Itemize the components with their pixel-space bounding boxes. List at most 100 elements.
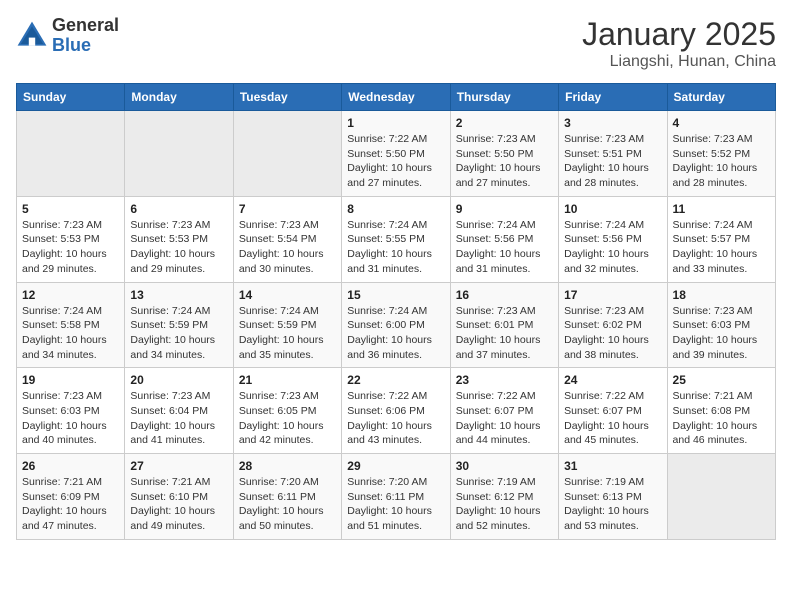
day-number: 26 <box>22 459 119 473</box>
calendar-cell: 4Sunrise: 7:23 AM Sunset: 5:52 PM Daylig… <box>667 111 775 197</box>
day-detail: Sunrise: 7:24 AM Sunset: 5:55 PM Dayligh… <box>347 218 444 277</box>
day-number: 27 <box>130 459 227 473</box>
day-number: 17 <box>564 288 661 302</box>
logo-blue: Blue <box>52 35 91 55</box>
day-number: 24 <box>564 373 661 387</box>
calendar-cell: 3Sunrise: 7:23 AM Sunset: 5:51 PM Daylig… <box>559 111 667 197</box>
calendar-week-row: 5 Sunrise: 7:23 AM Sunset: 5:53 PM Daylig… <box>17 196 776 282</box>
weekday-header: Tuesday <box>233 84 341 111</box>
day-detail: Sunrise: 7:23 AM Sunset: 5:52 PM Dayligh… <box>673 132 770 191</box>
calendar-week-row: 1Sunrise: 7:22 AM Sunset: 5:50 PM Daylig… <box>17 111 776 197</box>
day-number: 21 <box>239 373 336 387</box>
day-number: 11 <box>673 202 770 216</box>
day-detail: Sunrise: 7:23 AM Sunset: 5:53 PM Dayligh… <box>130 218 227 277</box>
day-number: 25 <box>673 373 770 387</box>
calendar-cell: 11 Sunrise: 7:24 AM Sunset: 5:57 PM Dayli… <box>667 196 775 282</box>
day-detail: Sunrise: 7:19 AM Sunset: 6:12 PM Dayligh… <box>456 475 553 534</box>
day-detail: Sunrise: 7:20 AM Sunset: 6:11 PM Dayligh… <box>347 475 444 534</box>
calendar-cell: 10 Sunrise: 7:24 AM Sunset: 5:56 PM Dayli… <box>559 196 667 282</box>
day-number: 12 <box>22 288 119 302</box>
day-number: 20 <box>130 373 227 387</box>
calendar-cell: 7 Sunrise: 7:23 AM Sunset: 5:54 PM Daylig… <box>233 196 341 282</box>
day-detail: Sunrise: 7:23 AM Sunset: 6:03 PM Dayligh… <box>673 304 770 363</box>
calendar-week-row: 26 Sunrise: 7:21 AM Sunset: 6:09 PM Dayli… <box>17 454 776 540</box>
weekday-header: Sunday <box>17 84 125 111</box>
day-detail: Sunrise: 7:23 AM Sunset: 5:54 PM Dayligh… <box>239 218 336 277</box>
day-number: 2 <box>456 116 553 130</box>
logo-text: General Blue <box>52 16 119 56</box>
calendar-cell: 18 Sunrise: 7:23 AM Sunset: 6:03 PM Dayli… <box>667 282 775 368</box>
calendar-cell: 24Sunrise: 7:22 AM Sunset: 6:07 PM Dayli… <box>559 368 667 454</box>
day-number: 16 <box>456 288 553 302</box>
day-number: 5 <box>22 202 119 216</box>
weekday-header: Saturday <box>667 84 775 111</box>
day-detail: Sunrise: 7:24 AM Sunset: 5:56 PM Dayligh… <box>564 218 661 277</box>
calendar-cell: 30 Sunrise: 7:19 AM Sunset: 6:12 PM Dayli… <box>450 454 558 540</box>
calendar-cell: 1Sunrise: 7:22 AM Sunset: 5:50 PM Daylig… <box>342 111 450 197</box>
calendar-cell: 29 Sunrise: 7:20 AM Sunset: 6:11 PM Dayli… <box>342 454 450 540</box>
day-detail: Sunrise: 7:24 AM Sunset: 5:58 PM Dayligh… <box>22 304 119 363</box>
day-number: 14 <box>239 288 336 302</box>
page-header: General Blue January 2025 Liangshi, Huna… <box>16 16 776 71</box>
day-detail: Sunrise: 7:24 AM Sunset: 5:59 PM Dayligh… <box>239 304 336 363</box>
calendar-cell <box>667 454 775 540</box>
day-number: 10 <box>564 202 661 216</box>
day-number: 7 <box>239 202 336 216</box>
day-detail: Sunrise: 7:22 AM Sunset: 6:07 PM Dayligh… <box>456 389 553 448</box>
day-detail: Sunrise: 7:23 AM Sunset: 5:53 PM Dayligh… <box>22 218 119 277</box>
calendar-cell <box>17 111 125 197</box>
calendar-cell: 23 Sunrise: 7:22 AM Sunset: 6:07 PM Dayli… <box>450 368 558 454</box>
calendar-cell: 20 Sunrise: 7:23 AM Sunset: 6:04 PM Dayli… <box>125 368 233 454</box>
day-number: 8 <box>347 202 444 216</box>
day-number: 29 <box>347 459 444 473</box>
day-number: 15 <box>347 288 444 302</box>
calendar-cell: 5 Sunrise: 7:23 AM Sunset: 5:53 PM Daylig… <box>17 196 125 282</box>
day-detail: Sunrise: 7:23 AM Sunset: 6:03 PM Dayligh… <box>22 389 119 448</box>
day-detail: Sunrise: 7:23 AM Sunset: 6:04 PM Dayligh… <box>130 389 227 448</box>
weekday-header-row: SundayMondayTuesdayWednesdayThursdayFrid… <box>17 84 776 111</box>
day-detail: Sunrise: 7:21 AM Sunset: 6:09 PM Dayligh… <box>22 475 119 534</box>
calendar-cell: 16Sunrise: 7:23 AM Sunset: 6:01 PM Dayli… <box>450 282 558 368</box>
calendar-cell: 17 Sunrise: 7:23 AM Sunset: 6:02 PM Dayli… <box>559 282 667 368</box>
calendar-cell: 13Sunrise: 7:24 AM Sunset: 5:59 PM Dayli… <box>125 282 233 368</box>
calendar-cell: 19Sunrise: 7:23 AM Sunset: 6:03 PM Dayli… <box>17 368 125 454</box>
calendar-cell: 28 Sunrise: 7:20 AM Sunset: 6:11 PM Dayli… <box>233 454 341 540</box>
logo-icon <box>16 20 48 52</box>
weekday-header: Monday <box>125 84 233 111</box>
calendar-cell: 2 Sunrise: 7:23 AM Sunset: 5:50 PM Daylig… <box>450 111 558 197</box>
calendar-week-row: 12 Sunrise: 7:24 AM Sunset: 5:58 PM Dayli… <box>17 282 776 368</box>
day-detail: Sunrise: 7:24 AM Sunset: 6:00 PM Dayligh… <box>347 304 444 363</box>
day-number: 9 <box>456 202 553 216</box>
day-number: 28 <box>239 459 336 473</box>
day-detail: Sunrise: 7:23 AM Sunset: 6:05 PM Dayligh… <box>239 389 336 448</box>
page-title: January 2025 <box>582 16 776 53</box>
day-detail: Sunrise: 7:20 AM Sunset: 6:11 PM Dayligh… <box>239 475 336 534</box>
day-detail: Sunrise: 7:24 AM Sunset: 5:57 PM Dayligh… <box>673 218 770 277</box>
day-detail: Sunrise: 7:21 AM Sunset: 6:08 PM Dayligh… <box>673 389 770 448</box>
day-detail: Sunrise: 7:24 AM Sunset: 5:56 PM Dayligh… <box>456 218 553 277</box>
logo-general: General <box>52 15 119 35</box>
day-detail: Sunrise: 7:21 AM Sunset: 6:10 PM Dayligh… <box>130 475 227 534</box>
weekday-header: Friday <box>559 84 667 111</box>
day-number: 3 <box>564 116 661 130</box>
calendar-week-row: 19Sunrise: 7:23 AM Sunset: 6:03 PM Dayli… <box>17 368 776 454</box>
calendar-cell <box>233 111 341 197</box>
calendar-cell: 6 Sunrise: 7:23 AM Sunset: 5:53 PM Daylig… <box>125 196 233 282</box>
day-number: 31 <box>564 459 661 473</box>
calendar-cell: 21 Sunrise: 7:23 AM Sunset: 6:05 PM Dayli… <box>233 368 341 454</box>
calendar-cell: 22Sunrise: 7:22 AM Sunset: 6:06 PM Dayli… <box>342 368 450 454</box>
day-number: 18 <box>673 288 770 302</box>
calendar-cell: 15 Sunrise: 7:24 AM Sunset: 6:00 PM Dayli… <box>342 282 450 368</box>
day-number: 30 <box>456 459 553 473</box>
day-detail: Sunrise: 7:23 AM Sunset: 6:02 PM Dayligh… <box>564 304 661 363</box>
calendar-cell: 8 Sunrise: 7:24 AM Sunset: 5:55 PM Daylig… <box>342 196 450 282</box>
day-detail: Sunrise: 7:19 AM Sunset: 6:13 PM Dayligh… <box>564 475 661 534</box>
calendar-cell: 26 Sunrise: 7:21 AM Sunset: 6:09 PM Dayli… <box>17 454 125 540</box>
day-number: 23 <box>456 373 553 387</box>
day-detail: Sunrise: 7:23 AM Sunset: 5:50 PM Dayligh… <box>456 132 553 191</box>
weekday-header: Thursday <box>450 84 558 111</box>
day-detail: Sunrise: 7:24 AM Sunset: 5:59 PM Dayligh… <box>130 304 227 363</box>
title-block: January 2025 Liangshi, Hunan, China <box>582 16 776 71</box>
day-number: 6 <box>130 202 227 216</box>
calendar-cell: 12 Sunrise: 7:24 AM Sunset: 5:58 PM Dayli… <box>17 282 125 368</box>
